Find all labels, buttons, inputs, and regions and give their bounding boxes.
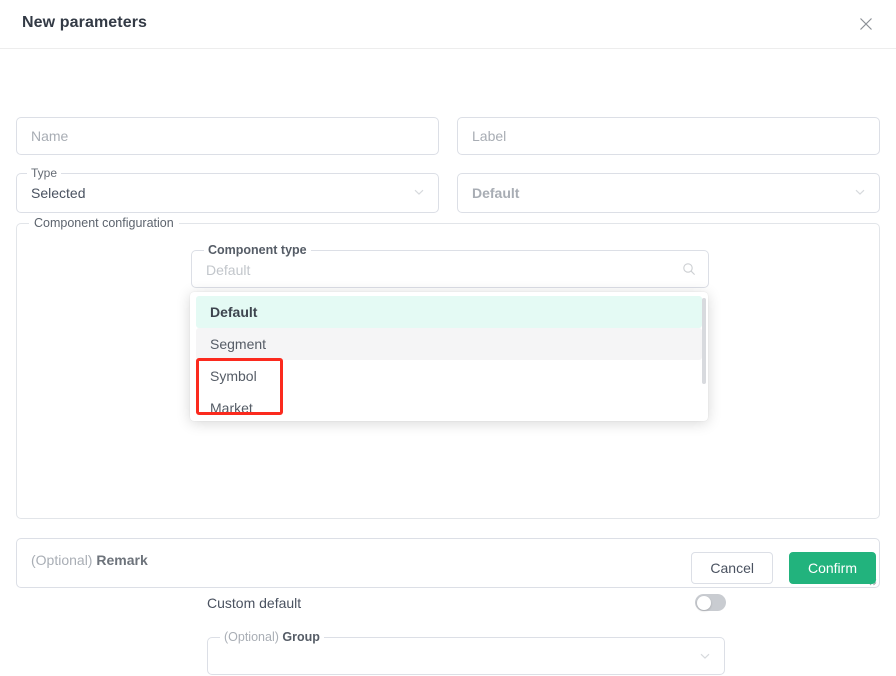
cancel-button[interactable]: Cancel (691, 552, 773, 584)
toggle-knob (696, 595, 711, 610)
dropdown-option-symbol[interactable]: Symbol (196, 360, 702, 392)
row-type-default: Type Selected Default (16, 166, 880, 213)
type-legend: Type (27, 166, 62, 180)
custom-default-toggle[interactable] (695, 594, 726, 611)
component-type-legend: Component type (204, 243, 311, 257)
dialog-footer: Cancel Confirm (0, 552, 896, 604)
dropdown-option-default[interactable]: Default (196, 296, 702, 328)
close-icon-glyph (860, 18, 872, 30)
component-type-combobox[interactable]: Component type Default (191, 243, 709, 288)
close-icon[interactable] (852, 10, 880, 38)
dropdown-scrollbar[interactable] (702, 298, 706, 384)
component-type-dropdown[interactable]: Default Segment Symbol Market (190, 292, 708, 421)
group-select[interactable]: (Optional) Group (207, 630, 725, 675)
default-select[interactable]: Default (457, 173, 880, 213)
dropdown-option-segment[interactable]: Segment (196, 328, 702, 360)
component-configuration-legend: Component configuration (29, 216, 179, 231)
type-select-field[interactable]: Selected (17, 174, 438, 212)
type-select[interactable]: Type Selected (16, 166, 439, 213)
search-icon[interactable] (682, 262, 696, 279)
group-legend-optional: (Optional) (224, 630, 279, 644)
custom-default-label: Custom default (207, 595, 302, 611)
label-input[interactable]: Label (457, 117, 880, 155)
chevron-down-icon (853, 185, 867, 202)
dialog-header: New parameters (0, 0, 896, 49)
confirm-button[interactable]: Confirm (788, 552, 876, 584)
dropdown-option-list: Default Segment Symbol Market (190, 292, 708, 421)
default-select-field[interactable]: Default (458, 174, 879, 212)
chevron-down-icon (698, 649, 712, 666)
chevron-down-icon (412, 185, 426, 202)
group-legend: (Optional) Group (220, 630, 324, 644)
page-title: New parameters (22, 14, 148, 31)
row-name-label: Name Label (16, 117, 880, 155)
default-select-value: Default (472, 185, 520, 201)
group-legend-name: Group (282, 630, 320, 644)
dropdown-option-market[interactable]: Market (196, 392, 702, 421)
component-type-input[interactable]: Default (206, 262, 682, 278)
name-input[interactable]: Name (16, 117, 439, 155)
type-select-value: Selected (31, 185, 86, 201)
